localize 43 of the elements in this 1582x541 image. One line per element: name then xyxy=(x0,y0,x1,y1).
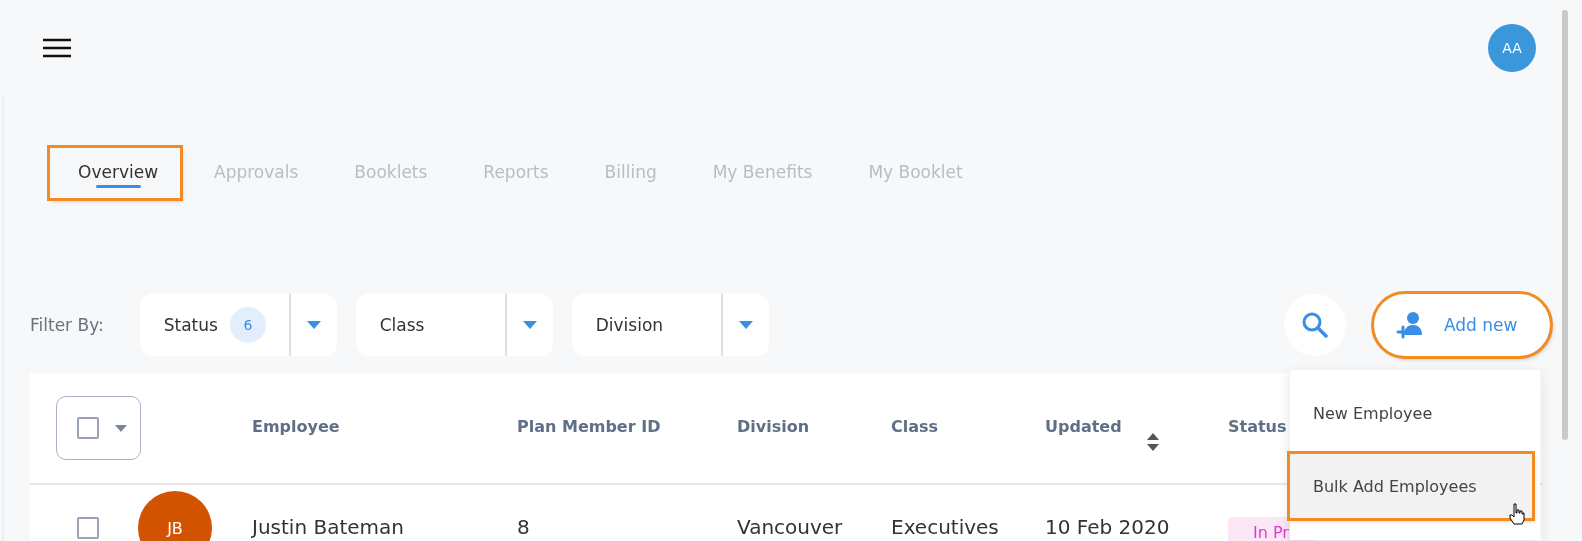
checkbox[interactable] xyxy=(77,417,99,439)
filter-text: Class xyxy=(379,315,425,335)
table-cell-text: 10 Feb 2020 xyxy=(1045,515,1171,539)
filter-dropdown[interactable]: Status 6 xyxy=(139,294,337,356)
column-header: Class xyxy=(891,417,939,436)
menu-item[interactable]: Bulk Add Employees xyxy=(1290,454,1532,518)
table-cell-text: Executives xyxy=(891,515,1000,539)
checkbox[interactable] xyxy=(77,517,99,539)
filter-text: Status xyxy=(163,315,218,335)
filter-text: Division xyxy=(595,315,664,335)
column-header: Status xyxy=(1228,417,1287,436)
table-cell-text: 8 xyxy=(517,515,531,539)
tab[interactable]: My Booklet xyxy=(840,148,985,198)
scrollbar[interactable] xyxy=(1562,10,1568,440)
select-all-dropdown[interactable] xyxy=(56,396,141,460)
filter-dropdown[interactable]: Division xyxy=(571,294,769,356)
employee-avatar: JB xyxy=(138,491,212,541)
column-header: Employee xyxy=(252,417,340,436)
add-new-button[interactable]: Add new xyxy=(1374,294,1550,356)
column-header: Division xyxy=(737,417,810,436)
caret-icon xyxy=(522,321,537,329)
caret-icon xyxy=(738,321,753,329)
count-badge: 6 xyxy=(229,307,266,343)
hand-cursor-icon xyxy=(1509,503,1525,525)
user-avatar[interactable]: AA xyxy=(1488,23,1536,72)
menu-icon[interactable] xyxy=(43,37,71,58)
table-cell-text: Justin Bateman xyxy=(252,515,405,539)
add-person-icon xyxy=(1396,311,1424,339)
caret-icon xyxy=(306,321,321,329)
tab[interactable]: My Benefits xyxy=(684,148,835,198)
caret-icon xyxy=(115,424,127,432)
tab[interactable]: Reports xyxy=(455,148,571,198)
table-cell-text: Vancouver xyxy=(737,515,844,539)
filter-label: Filter By: xyxy=(30,315,104,335)
tab[interactable]: Approvals xyxy=(186,148,321,198)
tab[interactable]: Billing xyxy=(576,148,679,198)
tab[interactable]: Overview xyxy=(50,148,181,198)
sort-icon[interactable] xyxy=(1147,433,1159,451)
filter-dropdown[interactable]: Class xyxy=(355,294,553,356)
tab[interactable]: Booklets xyxy=(326,148,450,198)
column-header: Updated xyxy=(1045,417,1122,436)
search-icon xyxy=(1302,312,1328,338)
column-header: Plan Member ID xyxy=(517,417,661,436)
